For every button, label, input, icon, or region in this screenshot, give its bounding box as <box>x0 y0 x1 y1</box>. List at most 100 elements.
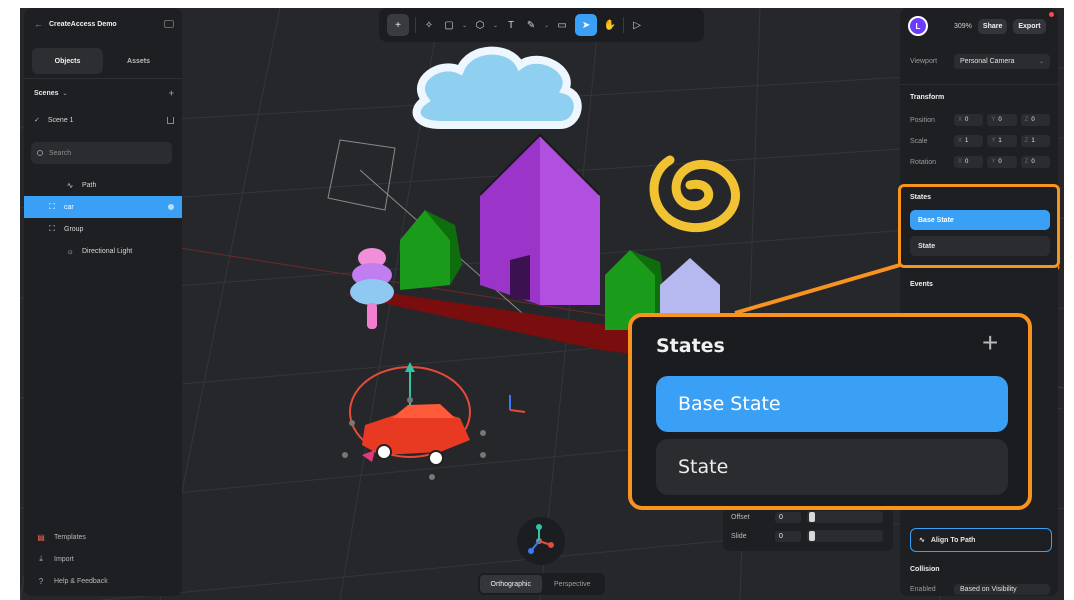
export-button[interactable]: Export <box>1013 18 1046 34</box>
chevron-down-icon[interactable]: ⌄ <box>63 90 68 97</box>
enabled-label: Enabled <box>910 586 936 593</box>
transform-title: Transform <box>910 94 945 101</box>
tree-item-label: Group <box>64 225 84 233</box>
help-link[interactable]: ? Help & Feedback <box>36 570 176 592</box>
collision-title: Collision <box>910 566 940 573</box>
offset-slider[interactable] <box>807 511 883 523</box>
rotation-x-field[interactable]: X0 <box>954 156 984 168</box>
pen-tool-icon[interactable]: ✎ <box>524 14 538 36</box>
orthographic-button[interactable]: Orthographic <box>480 575 542 593</box>
rotation-z-field[interactable]: Z0 <box>1020 156 1050 168</box>
chevron-down-icon[interactable]: ⌄ <box>462 22 467 29</box>
enabled-select[interactable]: Based on Visibility <box>954 584 1050 595</box>
avatar[interactable]: L <box>908 16 928 36</box>
viewport-row: Viewport Personal Camera ⌄ <box>910 54 1050 69</box>
tree-item-directional-light[interactable]: ☼ Directional Light <box>24 240 182 262</box>
add-scene-icon[interactable]: + <box>169 88 174 98</box>
slider-thumb[interactable] <box>809 512 815 522</box>
add-state-icon[interactable]: + <box>982 327 998 359</box>
chevron-down-icon[interactable]: ⌄ <box>493 22 498 29</box>
slide-field[interactable]: 0 <box>775 530 801 542</box>
tree-item-path[interactable]: ∿ Path <box>24 174 182 196</box>
right-panel-header: L 309% Share Export <box>908 14 1056 38</box>
position-row: Position X0 Y0 Z0 <box>910 114 1050 126</box>
spiral-object <box>649 155 740 233</box>
group-icon: ⛶ <box>49 224 55 233</box>
play-icon[interactable]: ▷ <box>630 14 644 36</box>
scale-label: Scale <box>910 137 928 145</box>
back-arrow-icon[interactable]: ← <box>34 19 43 29</box>
rectangle-tool-icon[interactable]: ▢ <box>442 14 456 36</box>
search-placeholder: Search <box>49 149 72 157</box>
check-icon: ✓ <box>34 117 40 124</box>
scale-row: Scale X1 Y1 Z1 <box>910 135 1050 147</box>
tab-assets[interactable]: Assets <box>103 48 174 74</box>
comment-tool-icon[interactable]: ▭ <box>555 14 569 36</box>
cube-tool-icon[interactable]: ⬡ <box>473 14 487 36</box>
car-object <box>342 362 486 480</box>
import-link[interactable]: ⤓ Import <box>36 548 176 570</box>
tree-item-label: car <box>64 203 74 211</box>
callout-title: States <box>656 335 725 357</box>
rotation-label: Rotation <box>910 158 937 166</box>
axis-marker <box>509 395 526 413</box>
tree-item-group[interactable]: ⛶ Group <box>24 218 182 240</box>
chevron-down-icon: ⌄ <box>1038 59 1044 65</box>
project-title[interactable]: CreateAccess Demo <box>49 21 117 28</box>
left-panel-footer: ▤ Templates ⤓ Import ? Help & Feedback <box>36 526 176 592</box>
perspective-button[interactable]: Perspective <box>542 575 604 593</box>
scale-x-field[interactable]: X1 <box>954 135 984 147</box>
orientation-gizmo[interactable] <box>517 517 565 565</box>
templates-link[interactable]: ▤ Templates <box>36 526 176 548</box>
slide-slider[interactable] <box>807 530 883 542</box>
chevron-down-icon[interactable]: ⌄ <box>544 22 549 29</box>
group-icon: ⛶ <box>49 202 55 211</box>
offset-field[interactable]: 0 <box>775 511 801 523</box>
divider <box>900 84 1058 85</box>
project-header: ← CreateAccess Demo <box>34 17 174 31</box>
cloud-object <box>412 46 582 129</box>
text-tool-icon[interactable]: T <box>504 14 518 36</box>
scenes-label: Scenes <box>34 89 59 97</box>
callout-base-state-button[interactable]: Base State <box>656 376 1008 432</box>
position-z-field[interactable]: Z0 <box>1020 114 1050 126</box>
sparkle-tool-icon[interactable]: ✧ <box>422 14 436 36</box>
position-x-field[interactable]: X0 <box>954 114 984 126</box>
path-settings-box: Offset 0 Slide 0 <box>723 503 893 551</box>
position-y-field[interactable]: Y0 <box>987 114 1017 126</box>
top-toolbar: + ✧ ▢ ⌄ ⬡ ⌄ T ✎ ⌄ ▭ ➤ ✋ ▷ <box>379 8 704 42</box>
home-icon[interactable] <box>167 116 174 124</box>
enabled-row: Enabled Based on Visibility <box>910 584 1050 595</box>
app-window: ← CreateAccess Demo Objects Assets Scene… <box>0 0 1074 600</box>
search-input[interactable]: Search <box>31 142 172 164</box>
notification-dot-icon <box>1049 12 1054 17</box>
scene-item[interactable]: ✓ Scene 1 <box>34 116 174 124</box>
slider-thumb[interactable] <box>809 531 815 541</box>
add-button[interactable]: + <box>387 14 409 36</box>
callout-connector-left <box>734 263 901 315</box>
tree-item-car[interactable]: ⛶ car <box>24 196 182 218</box>
scenes-header[interactable]: Scenes ⌄ + <box>34 88 174 98</box>
zoom-level[interactable]: 309% <box>954 23 972 30</box>
visibility-dot-icon[interactable] <box>168 204 174 210</box>
callout-state-button[interactable]: State <box>656 439 1008 495</box>
slide-row: Slide 0 <box>731 530 891 542</box>
sidebar-toggle-icon[interactable] <box>164 20 174 28</box>
scale-z-field[interactable]: Z1 <box>1020 135 1050 147</box>
rotation-row: Rotation X0 Y0 Z0 <box>910 156 1050 168</box>
rotation-y-field[interactable]: Y0 <box>987 156 1017 168</box>
align-to-path-button[interactable]: ∿ Align To Path <box>910 528 1052 552</box>
viewport-value: Personal Camera <box>960 58 1015 65</box>
enabled-value: Based on Visibility <box>960 586 1017 593</box>
templates-label: Templates <box>54 533 86 541</box>
hand-tool-icon[interactable]: ✋ <box>603 14 617 36</box>
scale-y-field[interactable]: Y1 <box>987 135 1017 147</box>
toolbar-separator <box>623 17 625 33</box>
import-label: Import <box>54 555 74 563</box>
tab-objects[interactable]: Objects <box>32 48 103 74</box>
tree-object <box>350 248 394 329</box>
viewport-select[interactable]: Personal Camera ⌄ <box>954 54 1050 69</box>
path-icon: ∿ <box>919 537 925 544</box>
share-button[interactable]: Share <box>977 18 1008 34</box>
pointer-tool-icon[interactable]: ➤ <box>575 14 598 36</box>
